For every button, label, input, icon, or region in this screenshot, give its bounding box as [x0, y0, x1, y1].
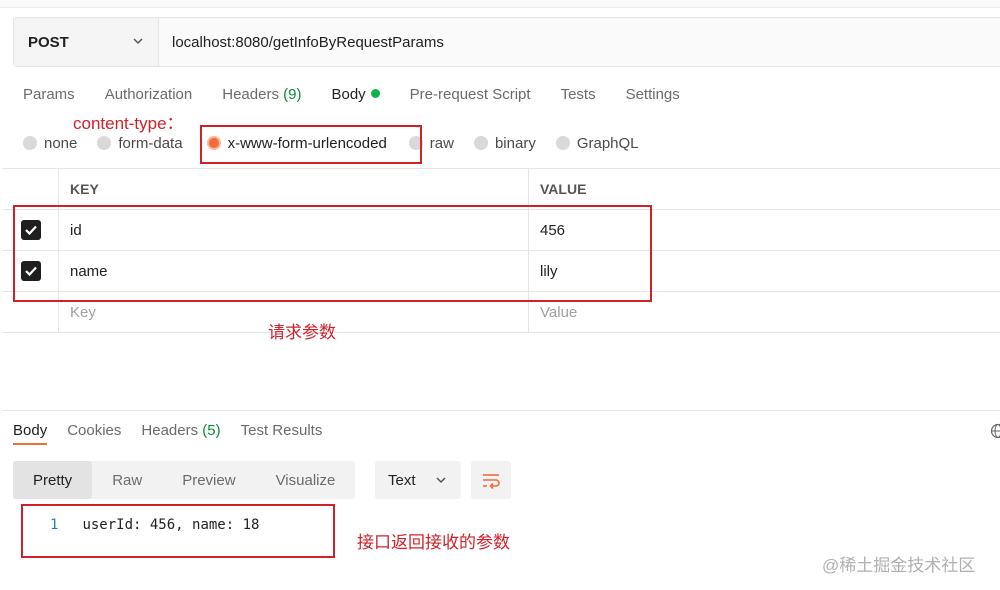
table-header-row: KEY VALUE: [3, 169, 1000, 210]
view-mode-bar: Pretty Raw Preview Visualize: [13, 461, 356, 499]
tab-label: Headers: [141, 422, 203, 439]
tab-label: Params: [23, 86, 75, 103]
url-input[interactable]: localhost:8080/getInfoByRequestParams: [159, 18, 444, 66]
highlight-box-params: [13, 205, 652, 302]
globe-icon[interactable]: [990, 423, 1000, 439]
tab-test-results[interactable]: Test Results: [241, 422, 323, 439]
format-select[interactable]: Text: [375, 461, 461, 499]
tab-count: (5): [202, 422, 221, 439]
tab-response-body[interactable]: Body: [13, 422, 48, 445]
tab-pre-request-script[interactable]: Pre-request Script: [410, 86, 531, 108]
view-pretty-button[interactable]: Pretty: [13, 461, 93, 499]
highlight-box-content-type: [200, 125, 422, 164]
radio-label: raw: [429, 134, 454, 152]
highlight-box-response: [21, 504, 335, 558]
tab-label: Authorization: [104, 86, 193, 103]
wrap-lines-icon: [483, 474, 500, 489]
radio-circle-icon: [23, 136, 37, 150]
method-label: POST: [28, 33, 69, 51]
url-bar: POST localhost:8080/getInfoByRequestPara…: [13, 17, 1000, 67]
wrap-lines-button[interactable]: [471, 461, 511, 499]
tab-headers[interactable]: Headers (9): [222, 86, 301, 108]
tab-label: Headers: [222, 86, 284, 103]
view-visualize-button[interactable]: Visualize: [256, 461, 356, 499]
tab-authorization[interactable]: Authorization: [105, 86, 193, 108]
header-check-cell: [3, 169, 59, 209]
radio-label: none: [44, 134, 78, 152]
response-divider: [3, 410, 1000, 411]
tab-label: Tests: [560, 86, 596, 103]
tab-label: Cookies: [67, 422, 122, 439]
radio-label: GraphQL: [576, 134, 639, 152]
chevron-down-icon: [133, 38, 143, 45]
radio-binary[interactable]: binary: [473, 134, 536, 152]
tab-cookies[interactable]: Cookies: [67, 422, 121, 439]
method-select[interactable]: POST: [14, 18, 159, 66]
watermark: @稀土掘金技术社区: [822, 556, 976, 575]
tab-settings[interactable]: Settings: [626, 86, 680, 108]
tab-label: Body: [331, 86, 366, 103]
tab-body[interactable]: Body: [331, 86, 380, 108]
radio-graphql[interactable]: GraphQL: [555, 134, 639, 152]
radio-none[interactable]: none: [23, 135, 77, 152]
radio-label: form-data: [118, 134, 183, 152]
tab-count: (9): [283, 86, 302, 103]
view-preview-button[interactable]: Preview: [162, 461, 255, 499]
radio-circle-icon: [555, 136, 570, 150]
response-tabs: Body Cookies Headers (5) Test Results: [13, 422, 342, 445]
radio-circle-icon: [97, 136, 112, 150]
tab-label: Body: [13, 422, 48, 439]
header-key: KEY: [59, 169, 529, 209]
radio-circle-icon: [473, 136, 488, 150]
radio-form-data[interactable]: form-data: [97, 134, 183, 152]
chevron-down-icon: [436, 477, 446, 484]
status-dot-icon: [370, 89, 380, 98]
tab-label: Test Results: [240, 422, 323, 439]
request-tabs: Params Authorization Headers (9) Body Pr…: [23, 86, 710, 108]
request-params-annotation: 请求参数: [268, 323, 336, 342]
format-label: Text: [388, 471, 416, 489]
tab-response-headers[interactable]: Headers (5): [141, 422, 220, 439]
radio-label: binary: [494, 134, 536, 152]
tab-label: Settings: [625, 86, 680, 103]
response-params-annotation: 接口返回接收的参数: [357, 533, 510, 552]
header-value: VALUE: [540, 181, 587, 197]
view-raw-button[interactable]: Raw: [92, 461, 162, 499]
tab-label: Pre-request Script: [409, 86, 531, 103]
tab-tests[interactable]: Tests: [561, 86, 596, 108]
tab-params[interactable]: Params: [23, 86, 75, 108]
top-strip: [0, 0, 1000, 8]
